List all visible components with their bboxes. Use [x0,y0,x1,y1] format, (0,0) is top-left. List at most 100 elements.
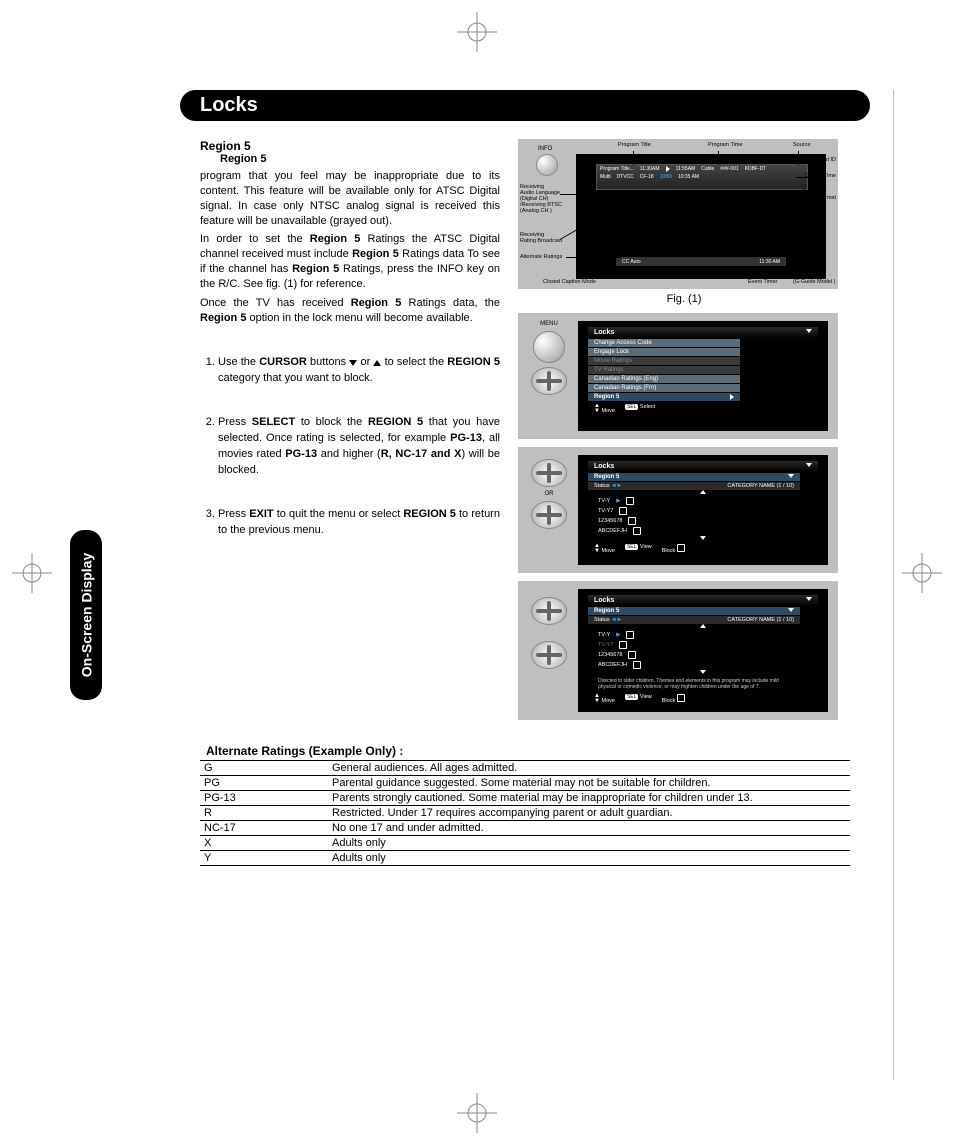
dpad-icon [531,459,567,487]
label-chid: CH ID/Input ID [800,157,836,163]
lock-icon [619,641,627,649]
arrow-right-icon [730,394,734,400]
rating-row: TV-Y▶ [588,496,818,506]
rating-row: TV-Y7 [588,506,818,516]
steps: Use the CURSOR buttons or to select the … [200,355,500,539]
remote-dpad-a: OR [530,455,568,533]
status-header: Status ◄► CATEGORY NAME (1 / 10) [588,482,800,490]
table-row: PG-13Parents strongly cautioned. Some ma… [200,791,850,806]
arrow-down-icon [700,536,706,540]
rating-row: ABCDEFJH [588,660,818,670]
arrow-down-icon [700,670,706,674]
arrow-right-icon [666,166,670,172]
label-gguide: (G-Guide Model ) [793,279,836,285]
osd-region5-list: OR Locks Region 5 Status ◄► CATEGORY NAM… [518,447,838,573]
remote-dpad-b [530,593,568,673]
step-1: Use the CURSOR buttons or to select the … [218,355,500,387]
menu-item-selected: Region 5 [588,393,740,401]
rating-row-dim: TV-Y7 [588,640,818,650]
menu-item: Canadian Ratings (Eng) [588,375,740,383]
rating-description: Directed to older children. Themes and e… [588,676,808,692]
menu-header: Locks [588,595,818,606]
chevron-down-icon [806,329,812,333]
rating-row: 12345678 [588,516,818,526]
label-alt-ratings: Alternate Ratings [520,254,562,260]
table-row: YAdults only [200,851,850,866]
lock-icon [677,694,685,702]
menu-item: Engage Lock [588,348,740,356]
table-row: NC-17No one 17 and under admitted. [200,821,850,836]
status-header: Status ◄► CATEGORY NAME (1 / 10) [588,616,800,624]
label-program-time: Program Time [708,142,743,148]
osd-region5-detail: Locks Region 5 Status ◄► CATEGORY NAME (… [518,581,838,720]
heading-region5: Region 5 [200,139,500,153]
table-row: RRestricted. Under 17 requires accompany… [200,806,850,821]
menu-footer: ▲▼ Move SEL Select [588,402,728,416]
dpad-icon [531,597,567,625]
chevron-down-icon [806,463,812,467]
info-bar: Program Title... 11:30AM 11:55AM Cable #… [596,164,808,190]
cropmark-left [12,553,52,593]
label-event-timer: Event Timer [748,279,777,285]
cc-bar: CC Auto 11:30 AM [616,257,786,266]
rating-row: TV-Y▶ [588,630,818,640]
info-button-label: INFO [538,146,552,152]
label-dcc: Receiving Digital Closed Caption [764,217,818,229]
text-column: Region 5 Region 5 program that you feel … [200,139,500,720]
trim-line [893,90,894,1080]
content: Locks Region 5 Region 5 program that you… [200,90,850,866]
info-button-icon [536,154,558,176]
lock-icon [633,527,641,535]
lock-icon [619,507,627,515]
paragraph-2: In order to set the Region 5 Ratings the… [200,232,500,291]
cropmark-top [457,12,497,52]
ratings-table: GGeneral audiences. All ages admitted. P… [200,760,850,866]
osd-locks-menu: MENU Locks Change Access Code Engage Loc… [518,313,838,439]
section-header: Locks [180,90,870,121]
label-rating: Receiving Rating Broadcast [520,232,562,244]
rating-row: 12345678 [588,650,818,660]
menu-item: Movie Ratings [588,357,740,365]
step-2: Press SELECT to block the REGION 5 that … [218,415,500,479]
label-audio: Receiving Audio Language (Digital CH) /R… [520,184,562,214]
menu-button-icon [533,331,565,363]
menu-footer: ▲▼ Move SEL View Block [588,542,788,556]
table-row: PGParental guidance suggested. Some mate… [200,776,850,791]
side-tab-label: On-Screen Display [78,553,94,678]
menu-sub-selected: Region 5 [588,473,800,481]
lock-icon [628,651,636,659]
cropmark-right [902,553,942,593]
menu-header: Locks [588,327,818,338]
ratings-section: Alternate Ratings (Example Only) : GGene… [200,744,850,866]
paragraph-1: program that you feel may be inappropria… [200,169,500,228]
rating-row: ABCDEFJH [588,526,818,536]
dpad-icon [531,641,567,669]
page: On-Screen Display Locks Region 5 Region … [0,0,954,1145]
figure-column: INFO Program Title... 11:30AM 11:55AM Ca… [518,139,850,720]
heading-region5-sub: Region 5 [220,153,500,165]
paragraph-3: Once the TV has received Region 5 Rating… [200,296,500,326]
arrow-up-icon [700,490,706,494]
label-current-time: Current Time [804,173,836,179]
dpad-icon [531,367,567,395]
menu-header: Locks [588,461,818,472]
lock-icon [628,517,636,525]
menu-item: Canadian Ratings (Frn) [588,384,740,392]
menu-item: TV Ratings [588,366,740,374]
chevron-down-icon [788,608,794,612]
chevron-down-icon [788,474,794,478]
figure-1: INFO Program Title... 11:30AM 11:55AM Ca… [518,139,838,289]
section-title: Locks [200,94,258,116]
menu-sub-selected: Region 5 [588,607,800,615]
ratings-title: Alternate Ratings (Example Only) : [206,744,850,758]
arrow-up-icon [700,624,706,628]
side-tab: On-Screen Display [70,530,102,700]
cropmark-bottom [457,1093,497,1133]
dpad-icon [531,501,567,529]
lock-icon [677,544,685,552]
menu-item: Change Access Code [588,339,740,347]
lock-icon [626,631,634,639]
label-source: Source [793,142,810,148]
step-3: Press EXIT to quit the menu or select RE… [218,507,500,539]
remote-menu: MENU [530,321,568,399]
